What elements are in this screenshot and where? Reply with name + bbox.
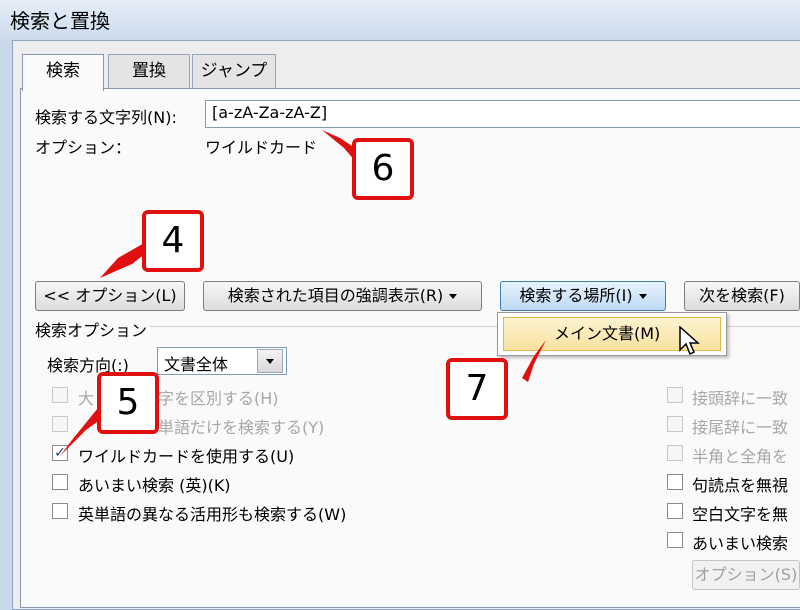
window-title: 検索と置換: [10, 9, 110, 33]
chevron-down-icon: [638, 294, 647, 299]
match-width-label: 半角と全角を: [692, 447, 789, 466]
fuzzy-search-en-label: あいまい検索 (英)(K): [78, 476, 231, 495]
fuzzy-options-button[interactable]: オプション(S): [692, 560, 800, 590]
callout-7: 7: [446, 358, 508, 420]
checkmark-icon: ✓: [54, 445, 66, 461]
find-what-label: 検索する文字列(N):: [35, 108, 177, 127]
match-case-checkbox[interactable]: [52, 387, 68, 403]
ignore-whitespace-checkbox[interactable]: [667, 503, 683, 519]
less-options-button[interactable]: << オプション(L): [35, 281, 185, 311]
callout-5: 5: [97, 372, 159, 434]
match-suffix-checkbox[interactable]: [667, 416, 683, 432]
use-wildcards-checkbox[interactable]: ✓: [52, 445, 68, 461]
whole-words-checkbox[interactable]: [52, 416, 68, 432]
reading-highlight-label: 検索された項目の強調表示(R): [227, 286, 444, 305]
options-info-value: ワイルドカード: [205, 138, 318, 157]
find-in-label: 検索する場所(I): [519, 286, 633, 305]
tab-replace[interactable]: 置換: [108, 54, 190, 88]
reading-highlight-button[interactable]: 検索された項目の強調表示(R): [203, 281, 482, 311]
ignore-punctuation-checkbox[interactable]: [667, 474, 683, 490]
search-options-header: 検索オプション: [35, 321, 148, 340]
callout-4: 4: [142, 210, 204, 272]
match-suffix-label: 接尾辞に一致: [692, 418, 789, 437]
fuzzy-search-en-checkbox[interactable]: [52, 474, 68, 490]
callout-6: 6: [352, 138, 414, 200]
ignore-whitespace-label: 空白文字を無: [692, 505, 789, 524]
mouse-cursor-icon: [679, 326, 700, 356]
fuzzy-search-ja-label: あいまい検索: [692, 534, 789, 553]
match-prefix-checkbox[interactable]: [667, 387, 683, 403]
word-forms-label: 英単語の異なる活用形も検索する(W): [78, 505, 347, 524]
tab-find[interactable]: 検索: [22, 54, 104, 91]
match-width-checkbox[interactable]: [667, 445, 683, 461]
match-prefix-label: 接頭辞に一致: [692, 389, 789, 408]
find-in-button[interactable]: 検索する場所(I): [500, 281, 666, 311]
find-next-button[interactable]: 次を検索(F): [684, 281, 800, 311]
search-direction-dropdown-button[interactable]: [257, 349, 283, 373]
chevron-down-icon: [449, 294, 458, 299]
title-bar: 検索と置換: [0, 0, 800, 38]
use-wildcards-label: ワイルドカードを使用する(U): [78, 447, 295, 466]
find-what-input[interactable]: [a-zA-Za-zA-Z]: [205, 100, 800, 128]
chevron-down-icon: [266, 359, 274, 364]
ignore-punctuation-label: 句読点を無視: [692, 476, 789, 495]
options-info-label: オプション：: [35, 138, 132, 157]
fuzzy-search-ja-checkbox[interactable]: [667, 532, 683, 548]
word-forms-checkbox[interactable]: [52, 503, 68, 519]
tab-goto[interactable]: ジャンプ: [192, 54, 276, 88]
